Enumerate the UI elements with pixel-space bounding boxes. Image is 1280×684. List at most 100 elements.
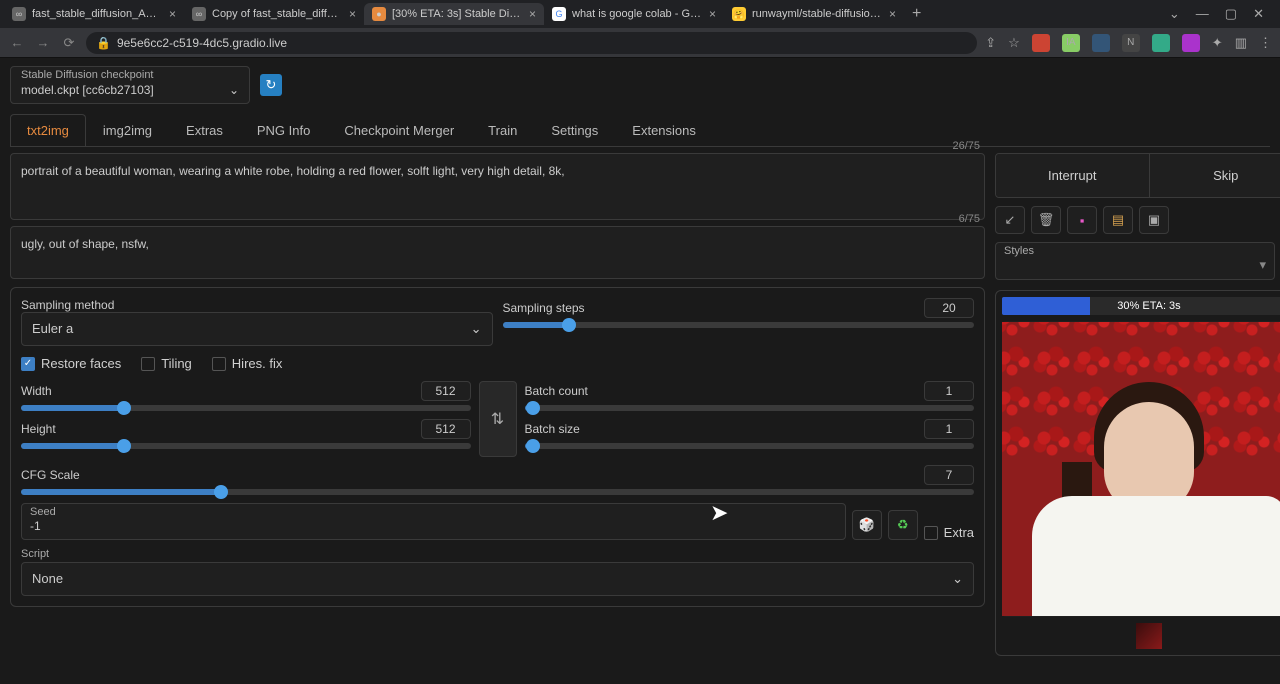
tab-extensions[interactable]: Extensions (615, 114, 713, 146)
star-icon[interactable]: ☆ (1008, 35, 1020, 51)
close-icon[interactable]: × (529, 7, 536, 21)
checkpoint-value: model.ckpt [cc6cb27103] (21, 83, 154, 97)
refresh-icon: ↻ (266, 77, 277, 93)
extension-icon[interactable]: IA (1062, 34, 1080, 52)
tab-title: Copy of fast_stable_diffusion (212, 8, 343, 20)
tab-title: runwayml/stable-diffusion-v1 (752, 8, 883, 20)
prompt-input[interactable] (11, 154, 984, 216)
forward-icon[interactable]: → (34, 35, 52, 50)
batch-count-slider[interactable] (525, 405, 975, 411)
maximize-icon[interactable]: ▢ (1225, 6, 1237, 22)
browser-tab-active[interactable]: ● [30% ETA: 3s] Stable Diffusion × (364, 3, 544, 25)
tiling-checkbox[interactable]: Tiling (141, 356, 192, 371)
save-icon: ▣ (1148, 212, 1160, 228)
tab-settings[interactable]: Settings (534, 114, 615, 146)
output-thumbnail[interactable] (1136, 623, 1162, 649)
extension-icon[interactable]: N (1122, 34, 1140, 52)
width-slider[interactable] (21, 405, 471, 411)
trash-button[interactable]: 🗑 (1031, 206, 1061, 234)
url-input[interactable]: 🔒 9e5e6cc2-c519-4dc5.gradio.live (86, 32, 977, 54)
back-icon[interactable]: ← (8, 35, 26, 50)
embedding-button[interactable]: ▪ (1067, 206, 1097, 234)
new-tab-button[interactable]: + (904, 5, 929, 23)
tab-checkpoint-merger[interactable]: Checkpoint Merger (327, 114, 471, 146)
browser-tab[interactable]: 🤗runwayml/stable-diffusion-v1× (724, 3, 904, 25)
arrow-button[interactable]: ↙ (995, 206, 1025, 234)
batch-size-slider[interactable] (525, 443, 975, 449)
share-icon[interactable]: ⇪ (985, 35, 996, 51)
progress-bar: 30% ETA: 3s (1002, 297, 1280, 315)
refresh-checkpoint-button[interactable]: ↻ (260, 74, 282, 96)
extension-icon[interactable] (1092, 34, 1110, 52)
batch-size-input[interactable] (924, 419, 974, 439)
cfg-input[interactable] (924, 465, 974, 485)
extensions-icon[interactable]: ✦ (1212, 35, 1223, 51)
styles-select[interactable]: Styles ▾ (995, 242, 1275, 280)
tab-title: [30% ETA: 3s] Stable Diffusion (392, 8, 523, 20)
close-icon[interactable]: × (169, 7, 176, 21)
reuse-seed-button[interactable]: ♻ (888, 510, 918, 540)
tab-txt2img[interactable]: txt2img (10, 114, 86, 146)
chevron-down-icon: ⌄ (471, 321, 482, 337)
sampling-steps-input[interactable] (924, 298, 974, 318)
interrupt-button[interactable]: Interrupt (996, 154, 1150, 197)
sampling-method-select[interactable]: Euler a ⌄ (21, 312, 493, 346)
cfg-slider[interactable] (21, 489, 974, 495)
chevron-down-icon: ⌄ (952, 571, 963, 587)
script-select[interactable]: None ⌄ (21, 562, 974, 596)
extension-icon[interactable] (1152, 34, 1170, 52)
address-bar: ← → ⟳ 🔒 9e5e6cc2-c519-4dc5.gradio.live ⇪… (0, 28, 1280, 58)
width-input[interactable] (421, 381, 471, 401)
close-icon[interactable]: × (889, 7, 896, 21)
output-panel: 30% ETA: 3s ✕ (995, 290, 1280, 656)
sampling-steps-label: Sampling steps (503, 301, 585, 315)
close-window-icon[interactable]: ✕ (1253, 6, 1264, 22)
browser-tab[interactable]: Gwhat is google colab - Googl× (544, 3, 724, 25)
skip-button[interactable]: Skip (1150, 154, 1280, 197)
hiresfix-checkbox[interactable]: Hires. fix (212, 356, 283, 371)
random-seed-button[interactable]: 🎲 (852, 510, 882, 540)
seed-extra-checkbox[interactable]: Extra (924, 525, 974, 540)
restore-faces-checkbox[interactable]: ✓Restore faces (21, 356, 121, 371)
browser-tab[interactable]: ∞Copy of fast_stable_diffusion× (184, 3, 364, 25)
tab-img2img[interactable]: img2img (86, 114, 169, 146)
sampling-steps-slider[interactable] (503, 322, 975, 328)
parameters-panel: Sampling method Euler a ⌄ Sampling steps (10, 287, 985, 607)
checkbox-icon (141, 357, 155, 371)
height-input[interactable] (421, 419, 471, 439)
sidepanel-icon[interactable]: ▥ (1235, 35, 1247, 51)
checkbox-icon (212, 357, 226, 371)
prompt-box: 26/75 (10, 153, 985, 220)
checkbox-icon (924, 526, 938, 540)
chevron-down-icon[interactable]: ⌄ (1169, 6, 1180, 22)
clipboard-icon: ▤ (1112, 212, 1124, 228)
reload-icon[interactable]: ⟳ (60, 35, 78, 51)
batch-size-label: Batch size (525, 422, 580, 436)
sampling-method-value: Euler a (32, 321, 73, 337)
seed-box: Seed (21, 503, 846, 540)
height-slider[interactable] (21, 443, 471, 449)
swap-dimensions-button[interactable]: ⇅ (479, 381, 517, 457)
tab-train[interactable]: Train (471, 114, 534, 146)
chevron-down-icon: ⌄ (229, 83, 239, 97)
trash-icon: 🗑 (1038, 212, 1055, 228)
negative-prompt-input[interactable] (11, 227, 984, 275)
tab-pnginfo[interactable]: PNG Info (240, 114, 327, 146)
close-icon[interactable]: × (709, 7, 716, 21)
tab-extras[interactable]: Extras (169, 114, 240, 146)
app-icon: ● (372, 7, 386, 21)
seed-input[interactable] (30, 519, 837, 533)
window-controls: ⌄ — ▢ ✕ (1157, 6, 1276, 22)
menu-icon[interactable]: ⋮ (1259, 35, 1272, 51)
checkpoint-select[interactable]: Stable Diffusion checkpoint model.ckpt [… (10, 66, 250, 104)
clipboard-button[interactable]: ▤ (1103, 206, 1133, 234)
minimize-icon[interactable]: — (1196, 6, 1209, 22)
save-style-button[interactable]: ▣ (1139, 206, 1169, 234)
output-image[interactable] (1002, 322, 1280, 616)
extension-icon[interactable] (1032, 34, 1050, 52)
batch-count-input[interactable] (924, 381, 974, 401)
browser-tab[interactable]: ∞fast_stable_diffusion_AUTOMA× (4, 3, 184, 25)
close-icon[interactable]: × (349, 7, 356, 21)
extension-icon[interactable] (1182, 34, 1200, 52)
dice-icon: 🎲 (859, 517, 875, 533)
